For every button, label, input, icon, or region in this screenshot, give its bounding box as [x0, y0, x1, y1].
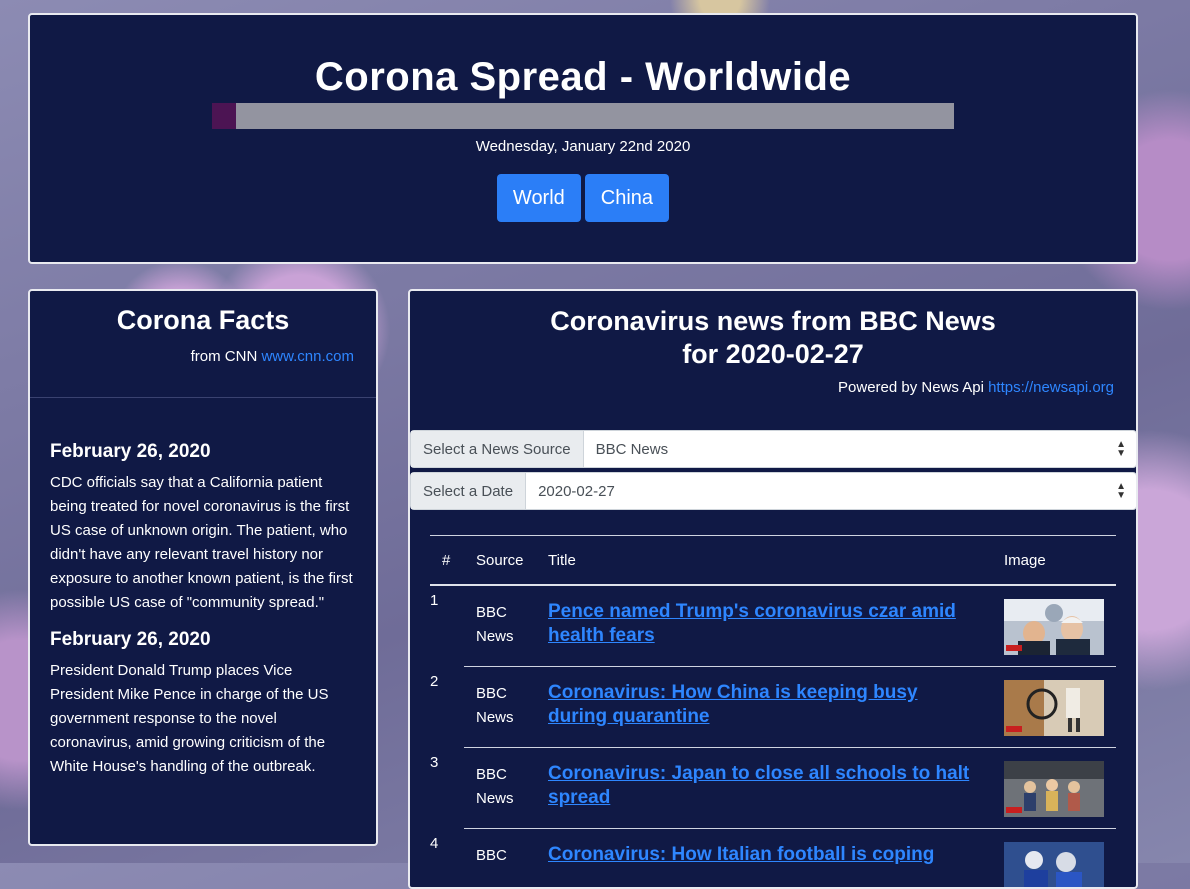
news-powered-by: Powered by News Api https://newsapi.org: [838, 379, 1114, 396]
world-button[interactable]: World: [496, 174, 581, 222]
article-title-link[interactable]: Coronavirus: How China is keeping busy d…: [548, 681, 978, 729]
facts-title: Corona Facts: [116, 305, 290, 335]
powered-prefix: Powered by News Api: [838, 379, 984, 396]
row-source: BBC News: [476, 766, 514, 807]
italian-football-photo[interactable]: [1004, 842, 1104, 889]
article-title-link[interactable]: Coronavirus: How Italian football is cop…: [548, 843, 978, 867]
japan-schools-photo[interactable]: [1004, 761, 1104, 817]
facts-divider: [30, 397, 376, 398]
cnn-link[interactable]: www.cnn.com: [261, 348, 354, 365]
news-table: # Source Title Image 1 BBC News Pence na…: [430, 535, 1116, 889]
fact-text: President Donald Trump places Vice Presi…: [50, 662, 329, 775]
news-panel: Coronavirus news from BBC News for 2020-…: [408, 289, 1138, 889]
news-source-select[interactable]: BBC News ▲ ▼: [584, 431, 1136, 467]
region-button-group: World China: [30, 174, 1136, 222]
newsapi-link[interactable]: https://newsapi.org: [988, 379, 1114, 396]
page-title: Corona Spread - Worldwide: [314, 55, 852, 99]
fact-item: February 26, 2020 President Donald Trump…: [50, 629, 358, 779]
facts-list: February 26, 2020 CDC officials say that…: [50, 441, 358, 793]
column-header-source: Source: [476, 551, 524, 569]
fact-date: February 26, 2020: [50, 629, 211, 650]
row-number: 4: [430, 835, 439, 852]
china-button[interactable]: China: [584, 174, 670, 222]
current-date: Wednesday, January 22nd 2020: [475, 138, 691, 155]
table-row: 1 BBC News Pence named Trump's coronavir…: [430, 586, 1116, 667]
row-source: BBC: [476, 847, 507, 864]
row-source: BBC News: [476, 604, 514, 645]
news-date-value: 2020-02-27: [538, 482, 615, 500]
facts-panel: Corona Facts from CNN www.cnn.com Februa…: [28, 289, 378, 846]
facts-source-prefix: from CNN: [190, 348, 258, 365]
row-number: 2: [430, 673, 439, 690]
news-source-label: Select a News Source: [411, 431, 584, 467]
select-arrows-icon: ▲ ▼: [1116, 481, 1126, 501]
column-header-number: #: [442, 551, 451, 569]
news-date-label: Select a Date: [411, 473, 527, 509]
facts-source: from CNN www.cnn.com: [191, 348, 354, 365]
news-date-select-group: Select a Date 2020-02-27 ▲ ▼: [410, 472, 1136, 510]
row-number: 1: [430, 592, 439, 609]
column-header-title: Title: [548, 551, 576, 569]
table-row: 2 BBC News Coronavirus: How China is kee…: [430, 667, 1116, 748]
fact-text: CDC officials say that a California pati…: [50, 474, 353, 611]
article-title-link[interactable]: Coronavirus: Japan to close all schools …: [548, 762, 978, 810]
news-title-line2: for 2020-02-27: [682, 339, 864, 369]
header-panel: Corona Spread - Worldwide Wednesday, Jan…: [28, 13, 1138, 264]
table-header: # Source Title Image: [430, 536, 1116, 586]
china-quarantine-photo[interactable]: [1004, 680, 1104, 736]
row-source: BBC News: [476, 685, 514, 726]
row-number: 3: [430, 754, 439, 771]
fact-item: February 26, 2020 CDC officials say that…: [50, 441, 358, 615]
table-row: 3 BBC News Coronavirus: Japan to close a…: [430, 748, 1116, 829]
pence-trump-photo[interactable]: [1004, 599, 1104, 655]
article-title-link[interactable]: Pence named Trump's coronavirus czar ami…: [548, 600, 978, 648]
select-arrows-icon: ▲ ▼: [1116, 439, 1126, 459]
news-title-line1: Coronavirus news from BBC News: [550, 306, 996, 336]
news-source-select-group: Select a News Source BBC News ▲ ▼: [410, 430, 1136, 468]
news-source-value: BBC News: [595, 440, 669, 458]
timeline-progress-bar[interactable]: [212, 103, 954, 129]
column-header-image: Image: [1004, 551, 1046, 569]
news-date-select[interactable]: 2020-02-27 ▲ ▼: [526, 473, 1136, 509]
news-title: Coronavirus news from BBC News for 2020-…: [410, 305, 1136, 371]
fact-date: February 26, 2020: [50, 441, 211, 462]
timeline-progress-fill: [212, 103, 237, 129]
table-row: 4 BBC Coronavirus: How Italian football …: [430, 829, 1116, 889]
